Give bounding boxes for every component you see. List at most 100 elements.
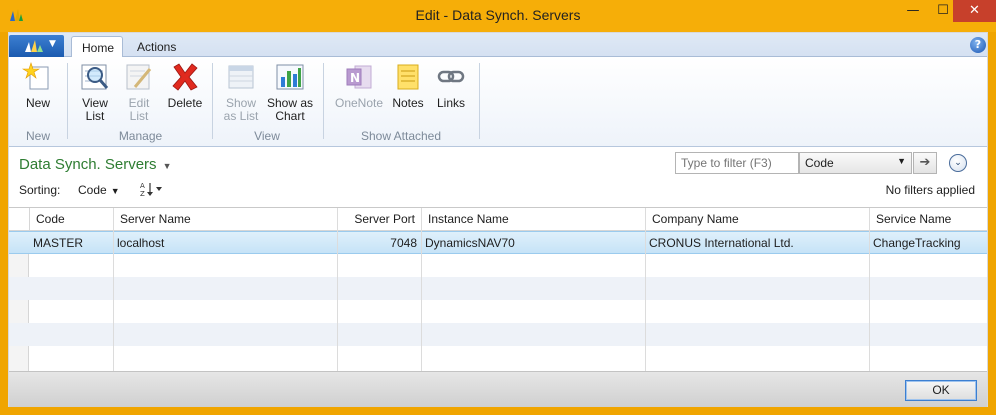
column-divider <box>337 208 338 372</box>
expand-filter-icon[interactable]: ⌄ <box>949 154 967 172</box>
ribbon-separator <box>67 63 68 139</box>
group-label-new: New <box>25 129 50 143</box>
tab-home[interactable]: Home <box>71 36 123 58</box>
show-as-list-label-1: Show <box>225 96 257 110</box>
page-title-text: Data Synch. Servers <box>19 156 157 173</box>
close-button[interactable]: ✕ <box>953 0 996 22</box>
new-document-icon <box>22 62 49 90</box>
show-as-chart-button[interactable]: Show as Chart <box>265 61 315 123</box>
chevron-down-icon: ▼ <box>110 186 120 196</box>
notes-button[interactable]: Notes <box>390 61 426 110</box>
cell-server-name[interactable]: localhost <box>113 232 337 254</box>
view-list-icon <box>81 64 109 90</box>
links-icon <box>437 70 465 83</box>
tab-actions[interactable]: Actions <box>127 36 189 58</box>
ribbon-separator <box>323 63 324 139</box>
sorting-label: Sorting: <box>19 183 61 197</box>
links-button[interactable]: Links <box>433 61 469 110</box>
client-area: ▼ Home Actions ? New New View List Edit … <box>8 32 988 407</box>
edit-list-label-2: List <box>129 109 149 123</box>
show-as-list-icon <box>228 65 254 89</box>
sort-field-value: Code <box>78 183 107 197</box>
help-icon[interactable]: ? <box>970 37 986 53</box>
page-title[interactable]: Data Synch. Servers ▼ <box>19 156 171 173</box>
onenote-label: OneNote <box>334 96 384 110</box>
column-divider <box>113 208 114 372</box>
data-grid: Code Server Name Server Port Instance Na… <box>9 207 987 372</box>
empty-row[interactable] <box>9 346 987 369</box>
onenote-icon: N <box>346 65 372 89</box>
ribbon-separator <box>212 63 213 139</box>
links-label: Links <box>436 96 465 110</box>
ribbon: New New View List Edit List Delete Manag… <box>9 57 987 147</box>
sort-ascending-icon: A Z <box>140 182 162 198</box>
app-window: Edit - Data Synch. Servers — ☐ ✕ ▼ Home … <box>0 0 996 415</box>
edit-list-button[interactable]: Edit List <box>119 61 159 123</box>
empty-row[interactable] <box>9 254 987 277</box>
chevron-down-icon: ▼ <box>162 161 172 171</box>
edit-list-label-1: Edit <box>128 96 150 110</box>
column-header-service-name[interactable]: Service Name <box>869 208 987 231</box>
filter-field-value: Code <box>805 156 834 170</box>
notes-label: Notes <box>392 96 424 110</box>
edit-list-icon <box>126 64 152 90</box>
view-list-label-2: List <box>85 109 105 123</box>
title-bar[interactable]: Edit - Data Synch. Servers — ☐ ✕ <box>0 0 996 32</box>
window-title: Edit - Data Synch. Servers <box>415 7 581 23</box>
filter-field-select[interactable]: Code ▼ <box>799 152 912 174</box>
ribbon-tab-row: ▼ Home Actions ? <box>9 33 987 58</box>
view-list-button[interactable]: View List <box>75 61 115 123</box>
group-label-manage: Manage <box>118 129 163 143</box>
application-menu-button[interactable]: ▼ <box>9 35 64 57</box>
empty-row[interactable] <box>9 323 987 346</box>
show-as-list-label-2: as List <box>223 109 259 123</box>
show-as-chart-label-2: Chart <box>275 109 305 123</box>
empty-row[interactable] <box>9 300 987 323</box>
onenote-button[interactable]: N OneNote <box>331 61 387 110</box>
filter-input[interactable] <box>675 152 799 174</box>
cell-code[interactable]: MASTER <box>29 232 113 254</box>
new-button[interactable]: New <box>19 61 57 110</box>
chevron-down-icon: ▼ <box>49 39 56 49</box>
new-button-label: New <box>25 96 50 110</box>
arrow-right-icon: ➔ <box>919 155 931 170</box>
apply-filter-button[interactable]: ➔ <box>913 152 937 174</box>
view-list-label-1: View <box>82 96 108 110</box>
dynamics-logo-icon <box>25 40 43 52</box>
minimize-button[interactable]: — <box>898 0 928 22</box>
group-label-view: View <box>254 129 280 143</box>
grid-header: Code Server Name Server Port Instance Na… <box>9 208 987 231</box>
sort-order-icon[interactable]: A Z <box>139 181 165 200</box>
svg-text:Z: Z <box>140 190 145 197</box>
dialog-footer: OK <box>9 371 987 407</box>
chevron-down-icon: ▼ <box>897 156 906 166</box>
delete-icon <box>172 63 198 91</box>
delete-label: Delete <box>167 96 203 110</box>
cell-company-name[interactable]: CRONUS International Ltd. <box>645 232 869 254</box>
svg-text:N: N <box>350 71 360 85</box>
group-label-show-attached: Show Attached <box>360 129 442 143</box>
column-divider <box>869 208 870 372</box>
column-divider <box>645 208 646 372</box>
ok-button[interactable]: OK <box>905 380 977 401</box>
column-divider <box>421 208 422 372</box>
filter-status-text: No filters applied <box>885 183 975 197</box>
cell-server-port[interactable]: 7048 <box>337 232 421 254</box>
table-row[interactable]: MASTER localhost 7048 DynamicsNAV70 CRON… <box>9 231 987 254</box>
notes-icon <box>397 64 419 90</box>
show-as-chart-label-1: Show as <box>266 96 314 110</box>
delete-button[interactable]: Delete <box>164 61 206 110</box>
svg-text:A: A <box>140 182 145 190</box>
column-header-server-name[interactable]: Server Name <box>113 208 337 231</box>
column-header-code[interactable]: Code <box>29 208 113 231</box>
column-header-instance-name[interactable]: Instance Name <box>421 208 645 231</box>
show-as-chart-icon <box>276 64 304 90</box>
empty-row[interactable] <box>9 277 987 300</box>
ribbon-separator <box>479 63 480 139</box>
sort-field-select[interactable]: Code ▼ <box>78 183 120 197</box>
show-as-list-button[interactable]: Show as List <box>219 61 263 123</box>
column-header-company-name[interactable]: Company Name <box>645 208 869 231</box>
cell-service-name[interactable]: ChangeTracking <box>869 232 987 254</box>
column-header-server-port[interactable]: Server Port <box>337 208 421 231</box>
cell-instance-name[interactable]: DynamicsNAV70 <box>421 232 645 254</box>
